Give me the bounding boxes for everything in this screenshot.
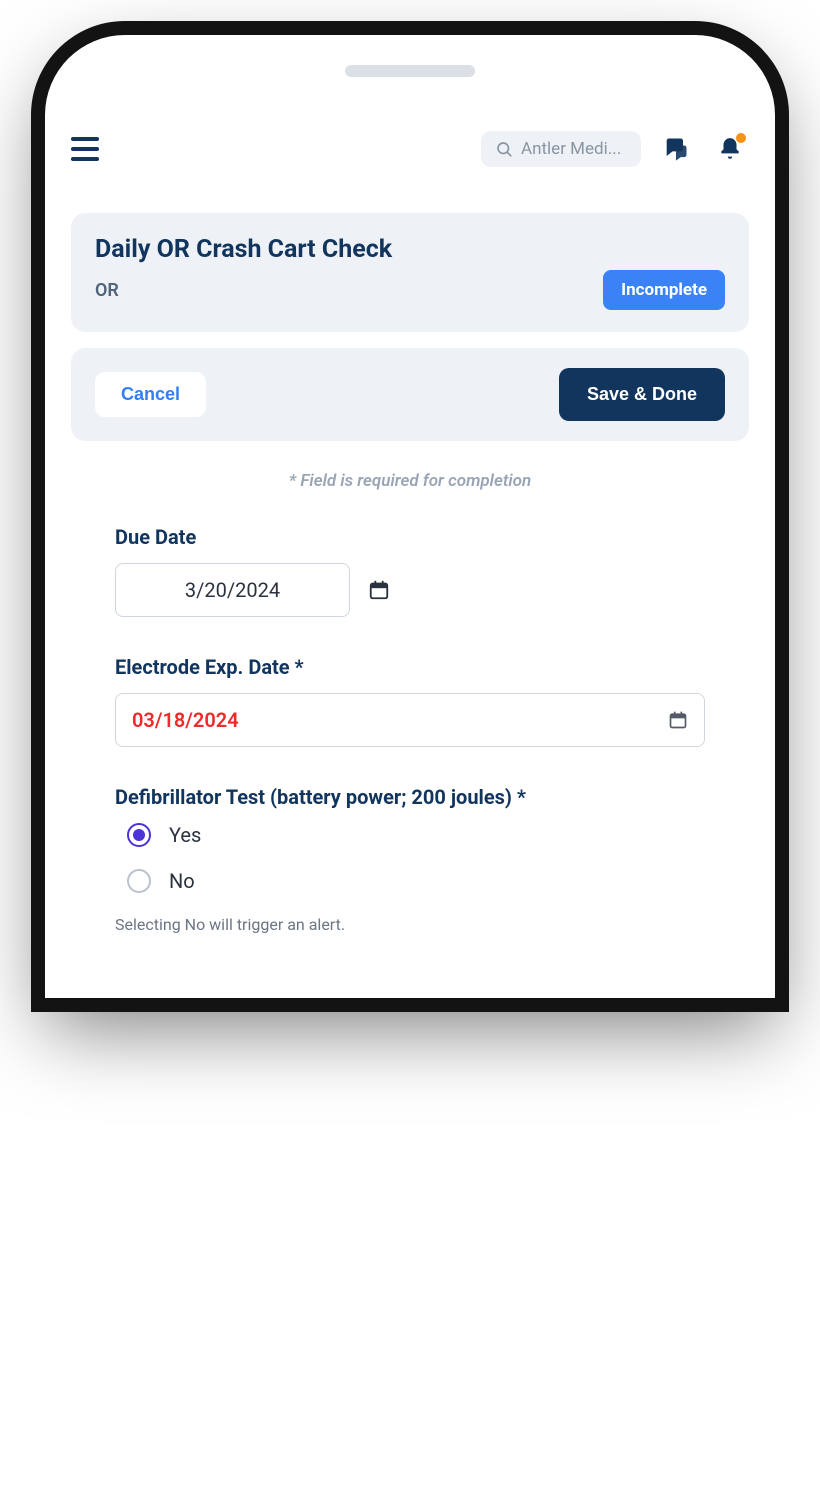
bell-icon [717,136,743,162]
status-badge[interactable]: Incomplete [603,270,725,310]
search-placeholder: Antler Medi... [521,139,621,159]
chat-icon [662,135,690,163]
date-picker-icon [668,710,688,730]
phone-frame: Antler Medi... Daily OR Crash Cart Check… [45,35,775,998]
due-date-label: Due Date [115,525,705,549]
cancel-button[interactable]: Cancel [95,372,206,417]
radio-label: No [169,869,195,893]
defib-test-radio-group: Yes No [115,823,705,893]
electrode-exp-label: Electrode Exp. Date * [115,655,705,679]
page-title: Daily OR Crash Cart Check [95,235,725,264]
calendar-icon[interactable] [368,579,390,601]
radio-icon [127,823,151,847]
defib-test-label: Defibrillator Test (battery power; 200 j… [115,785,705,809]
defib-test-no[interactable]: No [127,869,705,893]
action-bar: Cancel Save & Done [71,348,749,441]
save-done-button[interactable]: Save & Done [559,368,725,421]
defib-test-yes[interactable]: Yes [127,823,705,847]
required-hint: * Field is required for completion [71,471,749,491]
defib-test-field: Defibrillator Test (battery power; 200 j… [115,785,705,934]
defib-test-note: Selecting No will trigger an alert. [115,915,705,934]
radio-label: Yes [169,823,201,847]
electrode-exp-field: Electrode Exp. Date * 03/18/2024 [115,655,705,747]
search-icon [495,140,513,158]
due-date-row: 3/20/2024 [115,563,705,617]
stage: Antler Medi... Daily OR Crash Cart Check… [0,0,820,998]
top-bar: Antler Medi... [71,117,749,181]
header-card: Daily OR Crash Cart Check OR Incomplete [71,213,749,332]
speaker-slot [345,65,475,77]
search-input[interactable]: Antler Medi... [481,131,641,167]
chat-button[interactable] [657,130,695,168]
notifications-button[interactable] [711,130,749,168]
electrode-exp-value: 03/18/2024 [132,708,239,732]
menu-button[interactable] [71,129,111,169]
header-row: OR Incomplete [95,270,725,310]
screen: Antler Medi... Daily OR Crash Cart Check… [45,117,775,998]
page-subtitle: OR [95,280,119,301]
form: Due Date 3/20/2024 Electrode Exp. Date *… [71,525,749,934]
due-date-input[interactable]: 3/20/2024 [115,563,350,617]
radio-icon [127,869,151,893]
electrode-exp-input[interactable]: 03/18/2024 [115,693,705,747]
due-date-field: Due Date 3/20/2024 [115,525,705,617]
